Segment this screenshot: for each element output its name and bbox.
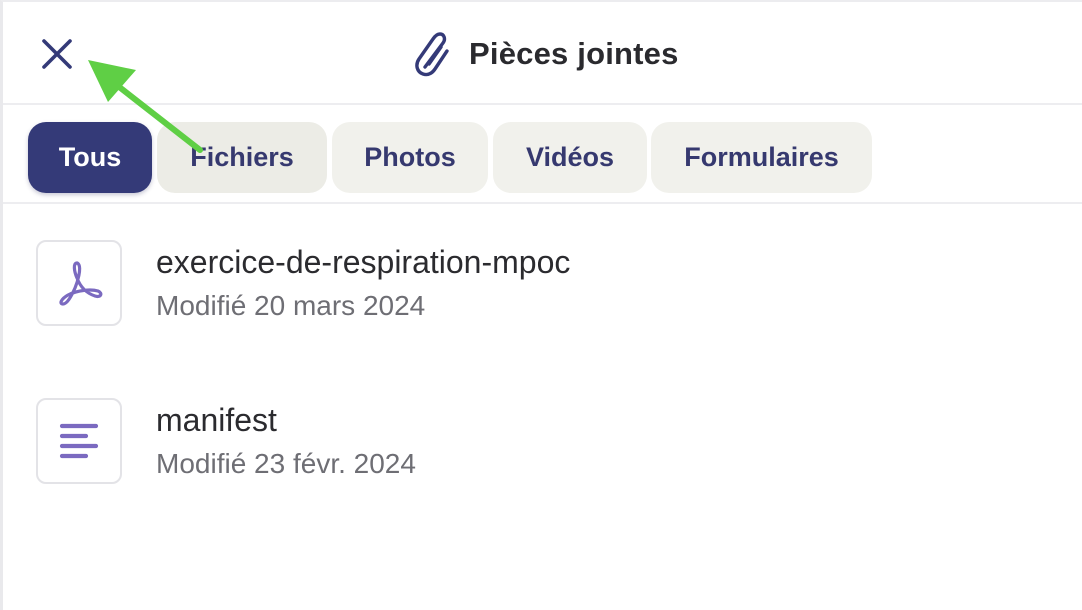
tab-photos[interactable]: Photos <box>332 122 488 193</box>
tab-label: Photos <box>364 142 456 172</box>
pdf-icon <box>36 240 122 326</box>
list-item[interactable]: exercice-de-respiration-mpoc Modifié 20 … <box>3 240 1082 360</box>
tab-label: Vidéos <box>525 142 615 172</box>
text-file-icon <box>36 398 122 484</box>
file-name: manifest <box>156 402 277 438</box>
tab-label: Formulaires <box>684 142 839 172</box>
close-button[interactable] <box>33 30 81 78</box>
close-icon <box>42 39 72 69</box>
tab-label: Fichiers <box>190 142 294 172</box>
tab-label: Tous <box>58 142 122 172</box>
page-title: Pièces jointes <box>469 36 679 71</box>
file-modified-date: Modifié 23 févr. 2024 <box>156 448 416 479</box>
attachments-panel: Pièces jointes Tous Fichiers Photos Vidé… <box>0 0 1082 610</box>
file-modified-date: Modifié 20 mars 2024 <box>156 290 426 321</box>
tab-videos[interactable]: Vidéos <box>493 122 647 193</box>
tabs-bar: Tous Fichiers Photos Vidéos Formulaires <box>3 105 1082 204</box>
panel-title-group: Pièces jointes <box>411 30 679 78</box>
paperclip-icon <box>411 30 455 78</box>
tab-formulaires[interactable]: Formulaires <box>651 122 872 193</box>
tab-tous[interactable]: Tous <box>28 122 152 193</box>
panel-header: Pièces jointes <box>3 2 1082 105</box>
tab-fichiers[interactable]: Fichiers <box>157 122 327 193</box>
file-name: exercice-de-respiration-mpoc <box>156 244 571 280</box>
list-item[interactable]: manifest Modifié 23 févr. 2024 <box>3 398 1082 518</box>
